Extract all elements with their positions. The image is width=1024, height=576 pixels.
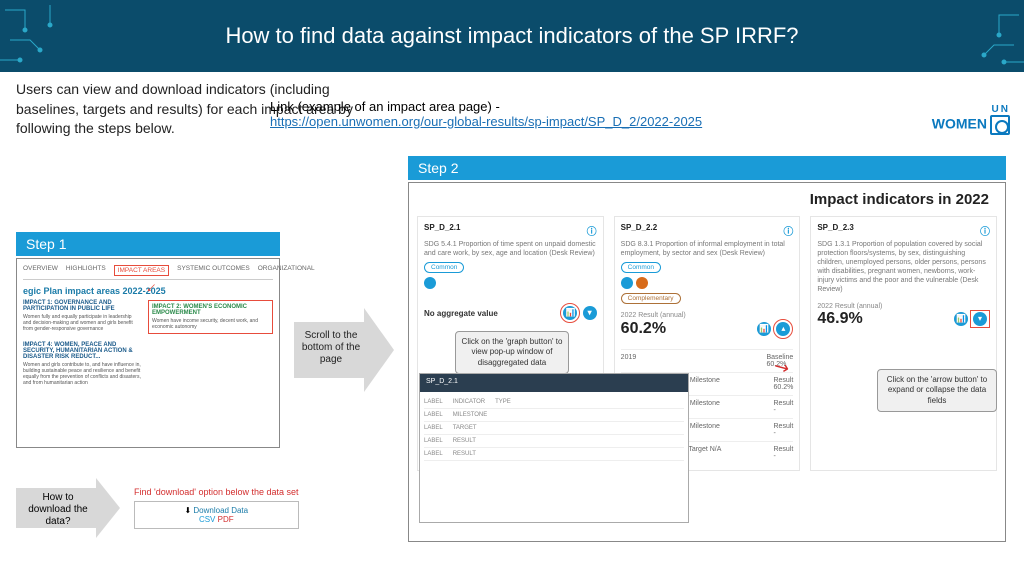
impact2-title: IMPACT 2: WOMEN'S ECONOMIC EMPOWERMENT xyxy=(152,304,269,316)
expand-button[interactable]: ▾ xyxy=(583,306,597,320)
footer-link-section: Link (example of an impact area page) - … xyxy=(270,99,702,129)
step1-label: Step 1 xyxy=(16,232,280,256)
download-box: ⬇ Download Data CSV PDF xyxy=(134,501,299,529)
slide-header: How to find data against impact indicato… xyxy=(0,0,1024,72)
download-instruction: Find 'download' option below the data se… xyxy=(134,487,299,498)
info-icon[interactable]: ⓘ xyxy=(783,223,793,238)
common-badge: Common xyxy=(621,262,661,273)
step2-title: Impact indicators in 2022 xyxy=(417,191,989,208)
page-title: How to find data against impact indicato… xyxy=(225,23,798,49)
expand-button[interactable]: ▴ xyxy=(776,322,790,336)
popup-header: SP_D_2.1 xyxy=(420,374,688,392)
graph-button[interactable]: 📊 xyxy=(757,322,771,336)
info-icon[interactable]: ⓘ xyxy=(980,223,990,238)
csv-link[interactable]: CSV xyxy=(199,515,215,524)
ind3-desc: SDG 1.3.1 Proportion of population cover… xyxy=(817,240,990,295)
no-aggregate: No aggregate value xyxy=(424,309,498,318)
globe-icon xyxy=(636,277,648,289)
info-icon[interactable]: ⓘ xyxy=(587,223,597,238)
example-link[interactable]: https://open.unwomen.org/our-global-resu… xyxy=(270,114,702,129)
step1-screenshot: OVERVIEW HIGHLIGHTS IMPACT AREAS SYSTEMI… xyxy=(16,258,280,448)
impact1-desc: Women fully and equally participate in l… xyxy=(23,314,140,332)
download-title: Download Data xyxy=(193,506,248,515)
graph-button[interactable]: 📊 xyxy=(954,312,968,326)
result-label: 2022 Result (annual) xyxy=(817,303,990,310)
disaggregated-popup: SP_D_2.1 LABELINDICATORTYPE LABELMILESTO… xyxy=(419,373,689,523)
ind1-code: SP_D_2.1 xyxy=(424,223,460,238)
expand-button[interactable]: ▾ xyxy=(973,312,987,326)
step2-screenshot: Impact indicators in 2022 SP_D_2.1 ⓘ SDG … xyxy=(408,182,1006,542)
ind2-code: SP_D_2.2 xyxy=(621,223,657,238)
logo-un: UN xyxy=(932,105,1010,115)
scroll-text: Scroll to the bottom of the page xyxy=(300,330,362,366)
logo-women: WOMEN xyxy=(932,115,987,131)
impact4-desc: Women and girls contribute to, and have … xyxy=(23,362,144,386)
impact1-title: IMPACT 1: GOVERNANCE AND PARTICIPATION I… xyxy=(23,300,140,312)
tab-impact-areas[interactable]: IMPACT AREAS xyxy=(114,265,169,276)
tab-highlights[interactable]: HIGHLIGHTS xyxy=(66,265,106,276)
ind2-desc: SDG 8.3.1 Proportion of informal employm… xyxy=(621,240,794,258)
link-label: Link (example of an impact area page) - xyxy=(270,99,500,114)
graph-button[interactable]: 📊 xyxy=(563,306,577,320)
circuit-decoration-right xyxy=(924,0,1024,72)
scroll-arrow: Scroll to the bottom of the page xyxy=(294,308,394,392)
impact2-desc: Women have income security, decent work,… xyxy=(152,318,269,330)
complementary-badge: Complementary xyxy=(621,293,681,304)
logo-icon xyxy=(990,115,1010,135)
common-badge: Common xyxy=(424,262,464,273)
download-icon: ⬇ xyxy=(184,506,191,515)
ind3-result: 46.9% xyxy=(817,310,862,328)
callout-arrow: Click on the 'arrow button' to expand or… xyxy=(877,369,997,412)
download-arrow: How to download the data? xyxy=(16,478,126,538)
circuit-decoration-left xyxy=(0,0,100,72)
tab-overview[interactable]: OVERVIEW xyxy=(23,265,58,276)
tab-org[interactable]: ORGANIZATIONAL xyxy=(258,265,315,276)
step2-label: Step 2 xyxy=(408,156,1006,180)
globe-icon xyxy=(621,277,633,289)
callout-graph: Click on the 'graph button' to view pop-… xyxy=(455,331,569,374)
pdf-link[interactable]: PDF xyxy=(218,515,234,524)
result-label: 2022 Result (annual) xyxy=(621,312,794,319)
ind2-result: 60.2% xyxy=(621,320,666,338)
unwomen-logo: UN WOMEN xyxy=(932,105,1010,135)
ind3-code: SP_D_2.3 xyxy=(817,223,853,238)
ind1-desc: SDG 5.4.1 Proportion of time spent on un… xyxy=(424,240,597,258)
download-question: How to download the data? xyxy=(20,492,96,528)
impact4-title: IMPACT 4: WOMEN, PEACE AND SECURITY, HUM… xyxy=(23,342,144,360)
tab-systemic[interactable]: SYSTEMIC OUTCOMES xyxy=(177,265,250,276)
globe-icon xyxy=(424,277,436,289)
